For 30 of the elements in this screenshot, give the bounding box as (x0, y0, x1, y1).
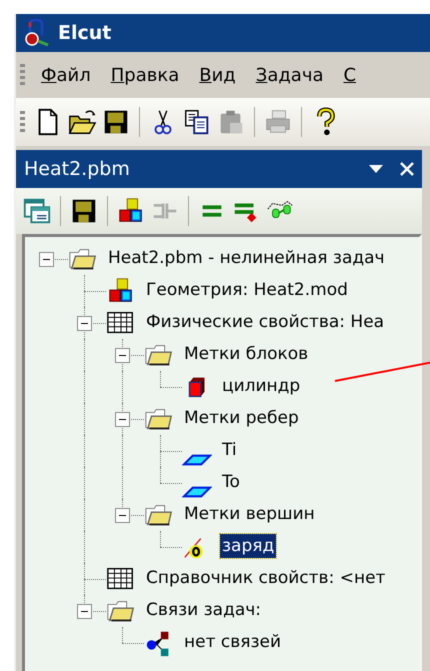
tree-item[interactable]: цилиндр (220, 374, 302, 398)
tree-item[interactable]: Справочник свойств: <нет (144, 566, 388, 590)
collapse-toggle[interactable] (39, 252, 54, 267)
collapse-toggle[interactable] (77, 604, 92, 619)
collapse-toggle[interactable] (115, 412, 130, 427)
collapse-toggle[interactable] (115, 348, 130, 363)
tree-item[interactable]: Метки блоков (182, 342, 310, 366)
menu-item[interactable]: Правка (100, 62, 190, 88)
close-icon[interactable] (400, 162, 414, 176)
app-logo-icon (24, 19, 50, 47)
collapse-toggle[interactable] (77, 316, 92, 331)
tree-item[interactable]: заряд (220, 534, 276, 558)
panel-title: Heat2.pbm (24, 156, 130, 182)
tree-item[interactable]: Метки вершин (182, 502, 317, 526)
tree-item[interactable]: Связи задач: (144, 598, 264, 622)
tree-item[interactable]: To (220, 470, 242, 494)
collapse-toggle[interactable] (115, 508, 130, 523)
menu-item[interactable]: С (333, 62, 366, 88)
menu-item[interactable]: Вид (189, 62, 246, 88)
tree-item[interactable]: Ti (220, 438, 239, 462)
tree-item[interactable]: Геометрия: Heat2.mod (144, 278, 350, 302)
menu-item[interactable]: Задача (246, 62, 334, 88)
tree-item[interactable]: Физические свойства: Hea (144, 310, 386, 334)
dropdown-icon[interactable] (368, 164, 384, 174)
tree-item[interactable]: нет связей (182, 630, 284, 654)
menu-item[interactable]: Файл (31, 62, 101, 88)
tree-item[interactable]: Метки ребер (182, 406, 301, 430)
tree-item[interactable]: Heat2.pbm - нелинейная задач (106, 246, 387, 270)
window-title: Elcut (58, 20, 112, 46)
window-icon (22, 196, 52, 226)
